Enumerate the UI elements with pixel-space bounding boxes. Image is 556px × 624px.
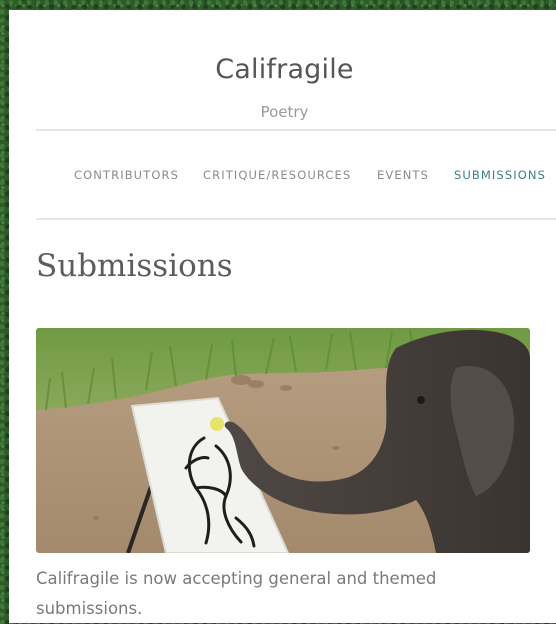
main-navigation: CONTRIBUTORS CRITIQUE/RESOURCES EVENTS S… [0, 168, 556, 184]
nav-item-events[interactable]: EVENTS [377, 168, 429, 182]
site-title[interactable]: Califragile [9, 54, 556, 85]
nav-item-contributors[interactable]: CONTRIBUTORS [74, 168, 179, 182]
site-tagline: Poetry [260, 103, 309, 121]
elephant-painting-image [36, 328, 530, 553]
submissions-description: Califragile is now accepting general and… [36, 569, 437, 618]
nav-item-submissions[interactable]: SUBMISSIONS [454, 168, 546, 182]
nav-item-critique-resources[interactable]: CRITIQUE/RESOURCES [203, 168, 351, 182]
page-title: Submissions [36, 248, 233, 284]
nav-divider [36, 218, 556, 220]
header-divider [36, 129, 556, 131]
